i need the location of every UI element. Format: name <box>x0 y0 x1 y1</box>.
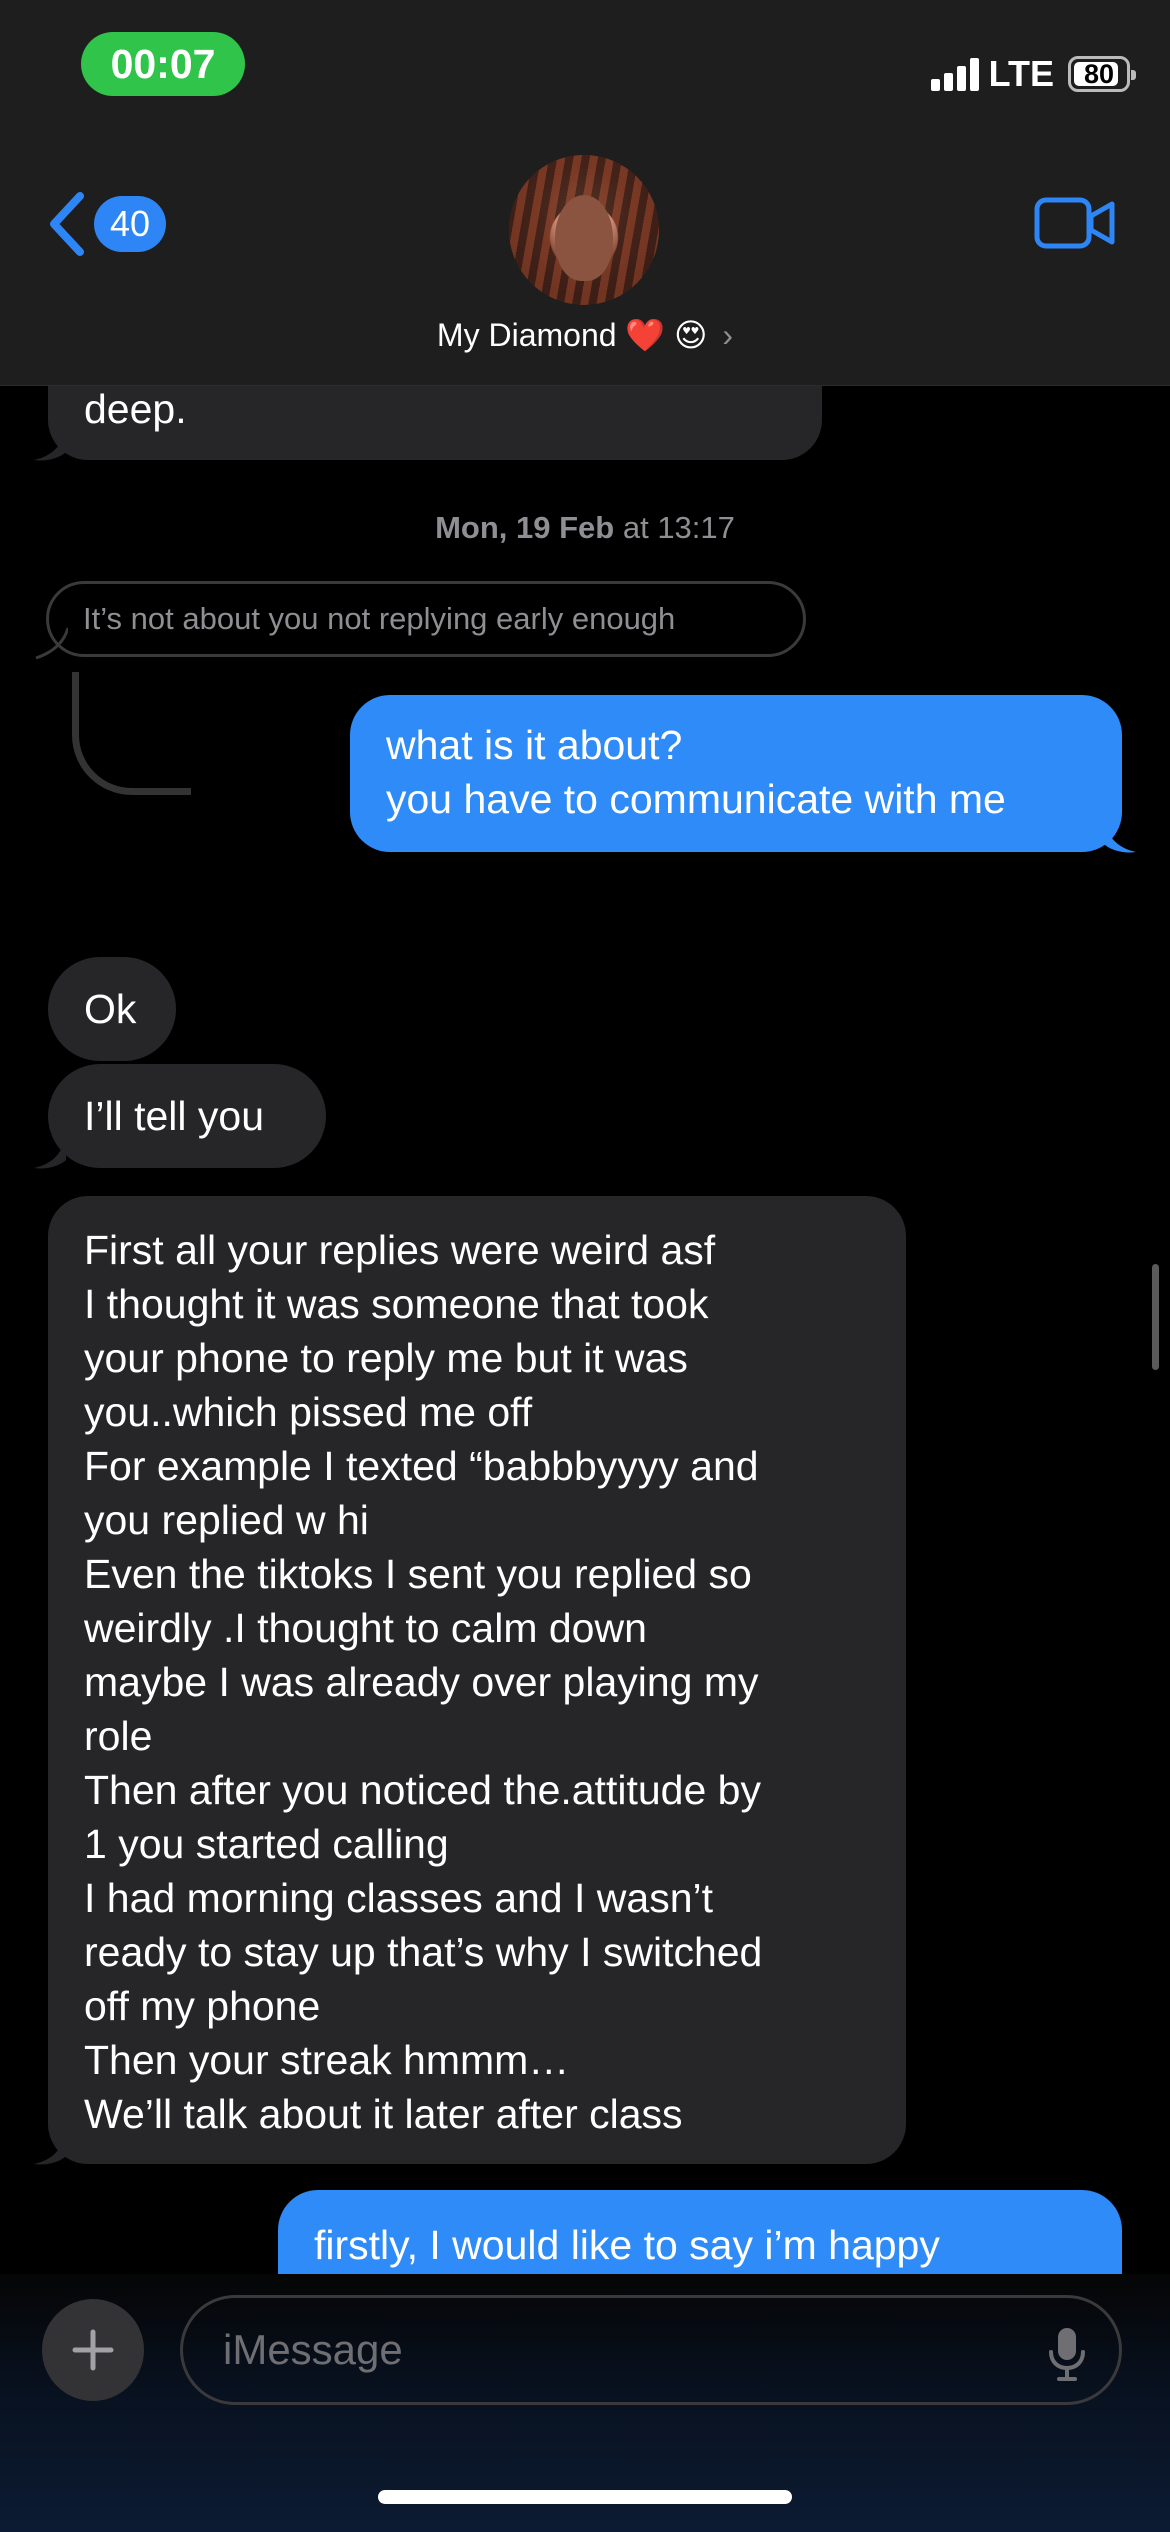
message-line: role <box>84 1713 153 1759</box>
contact-name-button[interactable]: My Diamond ❤️ 😍 › <box>0 316 1170 354</box>
network-type: LTE <box>988 53 1054 94</box>
message-line: I thought it was someone that took <box>84 1281 709 1327</box>
bubble-tail <box>34 1136 66 1169</box>
message-line: you have to communicate with me <box>386 776 1006 822</box>
message-outgoing[interactable]: what is it about? you have to communicat… <box>350 695 1122 852</box>
message-line: We’ll talk about it later after class <box>84 2091 683 2137</box>
scrollbar[interactable] <box>1152 1264 1159 1370</box>
message-line: I had morning classes and I wasn’t <box>84 1875 713 1921</box>
bubble-tail <box>35 627 68 660</box>
contact-avatar[interactable] <box>509 155 659 305</box>
message-timestamp: Mon, 19 Feb at 13:17 <box>435 510 735 545</box>
video-call-icon[interactable] <box>1034 196 1116 250</box>
message-line: Even the tiktoks I sent you replied so <box>84 1551 752 1597</box>
back-button[interactable]: 40 <box>48 192 166 256</box>
message-line: Then after you noticed the.attitude by <box>84 1767 761 1813</box>
bubble-tail <box>34 2132 66 2165</box>
message-incoming[interactable]: First all your replies were weird asf I … <box>48 1196 906 2164</box>
message-input-placeholder: iMessage <box>223 2326 403 2373</box>
contact-emoji: ❤️ 😍 <box>625 317 708 353</box>
message-text: I’ll tell you <box>84 1093 265 1139</box>
battery-icon: 80 <box>1068 56 1136 92</box>
message-line: your phone to reply me but it was <box>84 1335 688 1381</box>
message-input[interactable]: iMessage <box>180 2295 1122 2405</box>
bubble-tail <box>1104 820 1136 853</box>
message-line: weirdly .I thought to calm down <box>84 1605 647 1651</box>
unread-count-badge: 40 <box>94 196 166 252</box>
plus-icon <box>72 2329 114 2371</box>
message-line: ready to stay up that’s why I switched <box>84 1929 763 1975</box>
message-text: deep. <box>84 386 187 432</box>
message-line: what is it about? <box>386 722 683 768</box>
chevron-right-icon: › <box>722 317 734 353</box>
add-attachment-button[interactable] <box>42 2299 144 2401</box>
status-indicators: LTE 80 <box>930 48 1136 100</box>
message-line: First all your replies were weird asf <box>84 1227 716 1273</box>
quoted-reply-preview[interactable]: It’s not about you not replying early en… <box>46 581 806 657</box>
message-line: you replied w hi <box>84 1497 369 1543</box>
message-line: 1 you started calling <box>84 1821 449 1867</box>
message-line: you..which pissed me off <box>84 1389 533 1435</box>
message-text: firstly, I would like to say i’m happy <box>314 2222 940 2268</box>
message-text: Ok <box>84 986 137 1032</box>
home-indicator[interactable] <box>378 2490 792 2504</box>
conversation-header: 00:07 LTE 80 40 My Diamond ❤️ 😍 › <box>0 0 1170 386</box>
status-time: 00:07 <box>81 32 245 96</box>
message-line: For example I texted “babbbyyyy and <box>84 1443 759 1489</box>
bubble-tail <box>34 428 66 461</box>
quoted-text: It’s not about you not replying early en… <box>83 601 676 636</box>
microphone-icon[interactable] <box>1047 2326 1087 2382</box>
message-incoming[interactable]: I’ll tell you <box>48 1064 326 1168</box>
message-incoming[interactable]: Ok <box>48 957 176 1061</box>
message-line: Then your streak hmmm… <box>84 2037 570 2083</box>
signal-icon <box>930 57 979 91</box>
contact-name: My Diamond <box>436 317 617 353</box>
message-line: maybe I was already over playing my <box>84 1659 759 1705</box>
reply-thread-line <box>72 672 191 795</box>
message-line: off my phone <box>84 1983 321 2029</box>
battery-level: 80 <box>1083 58 1115 89</box>
chevron-left-icon <box>50 192 84 256</box>
